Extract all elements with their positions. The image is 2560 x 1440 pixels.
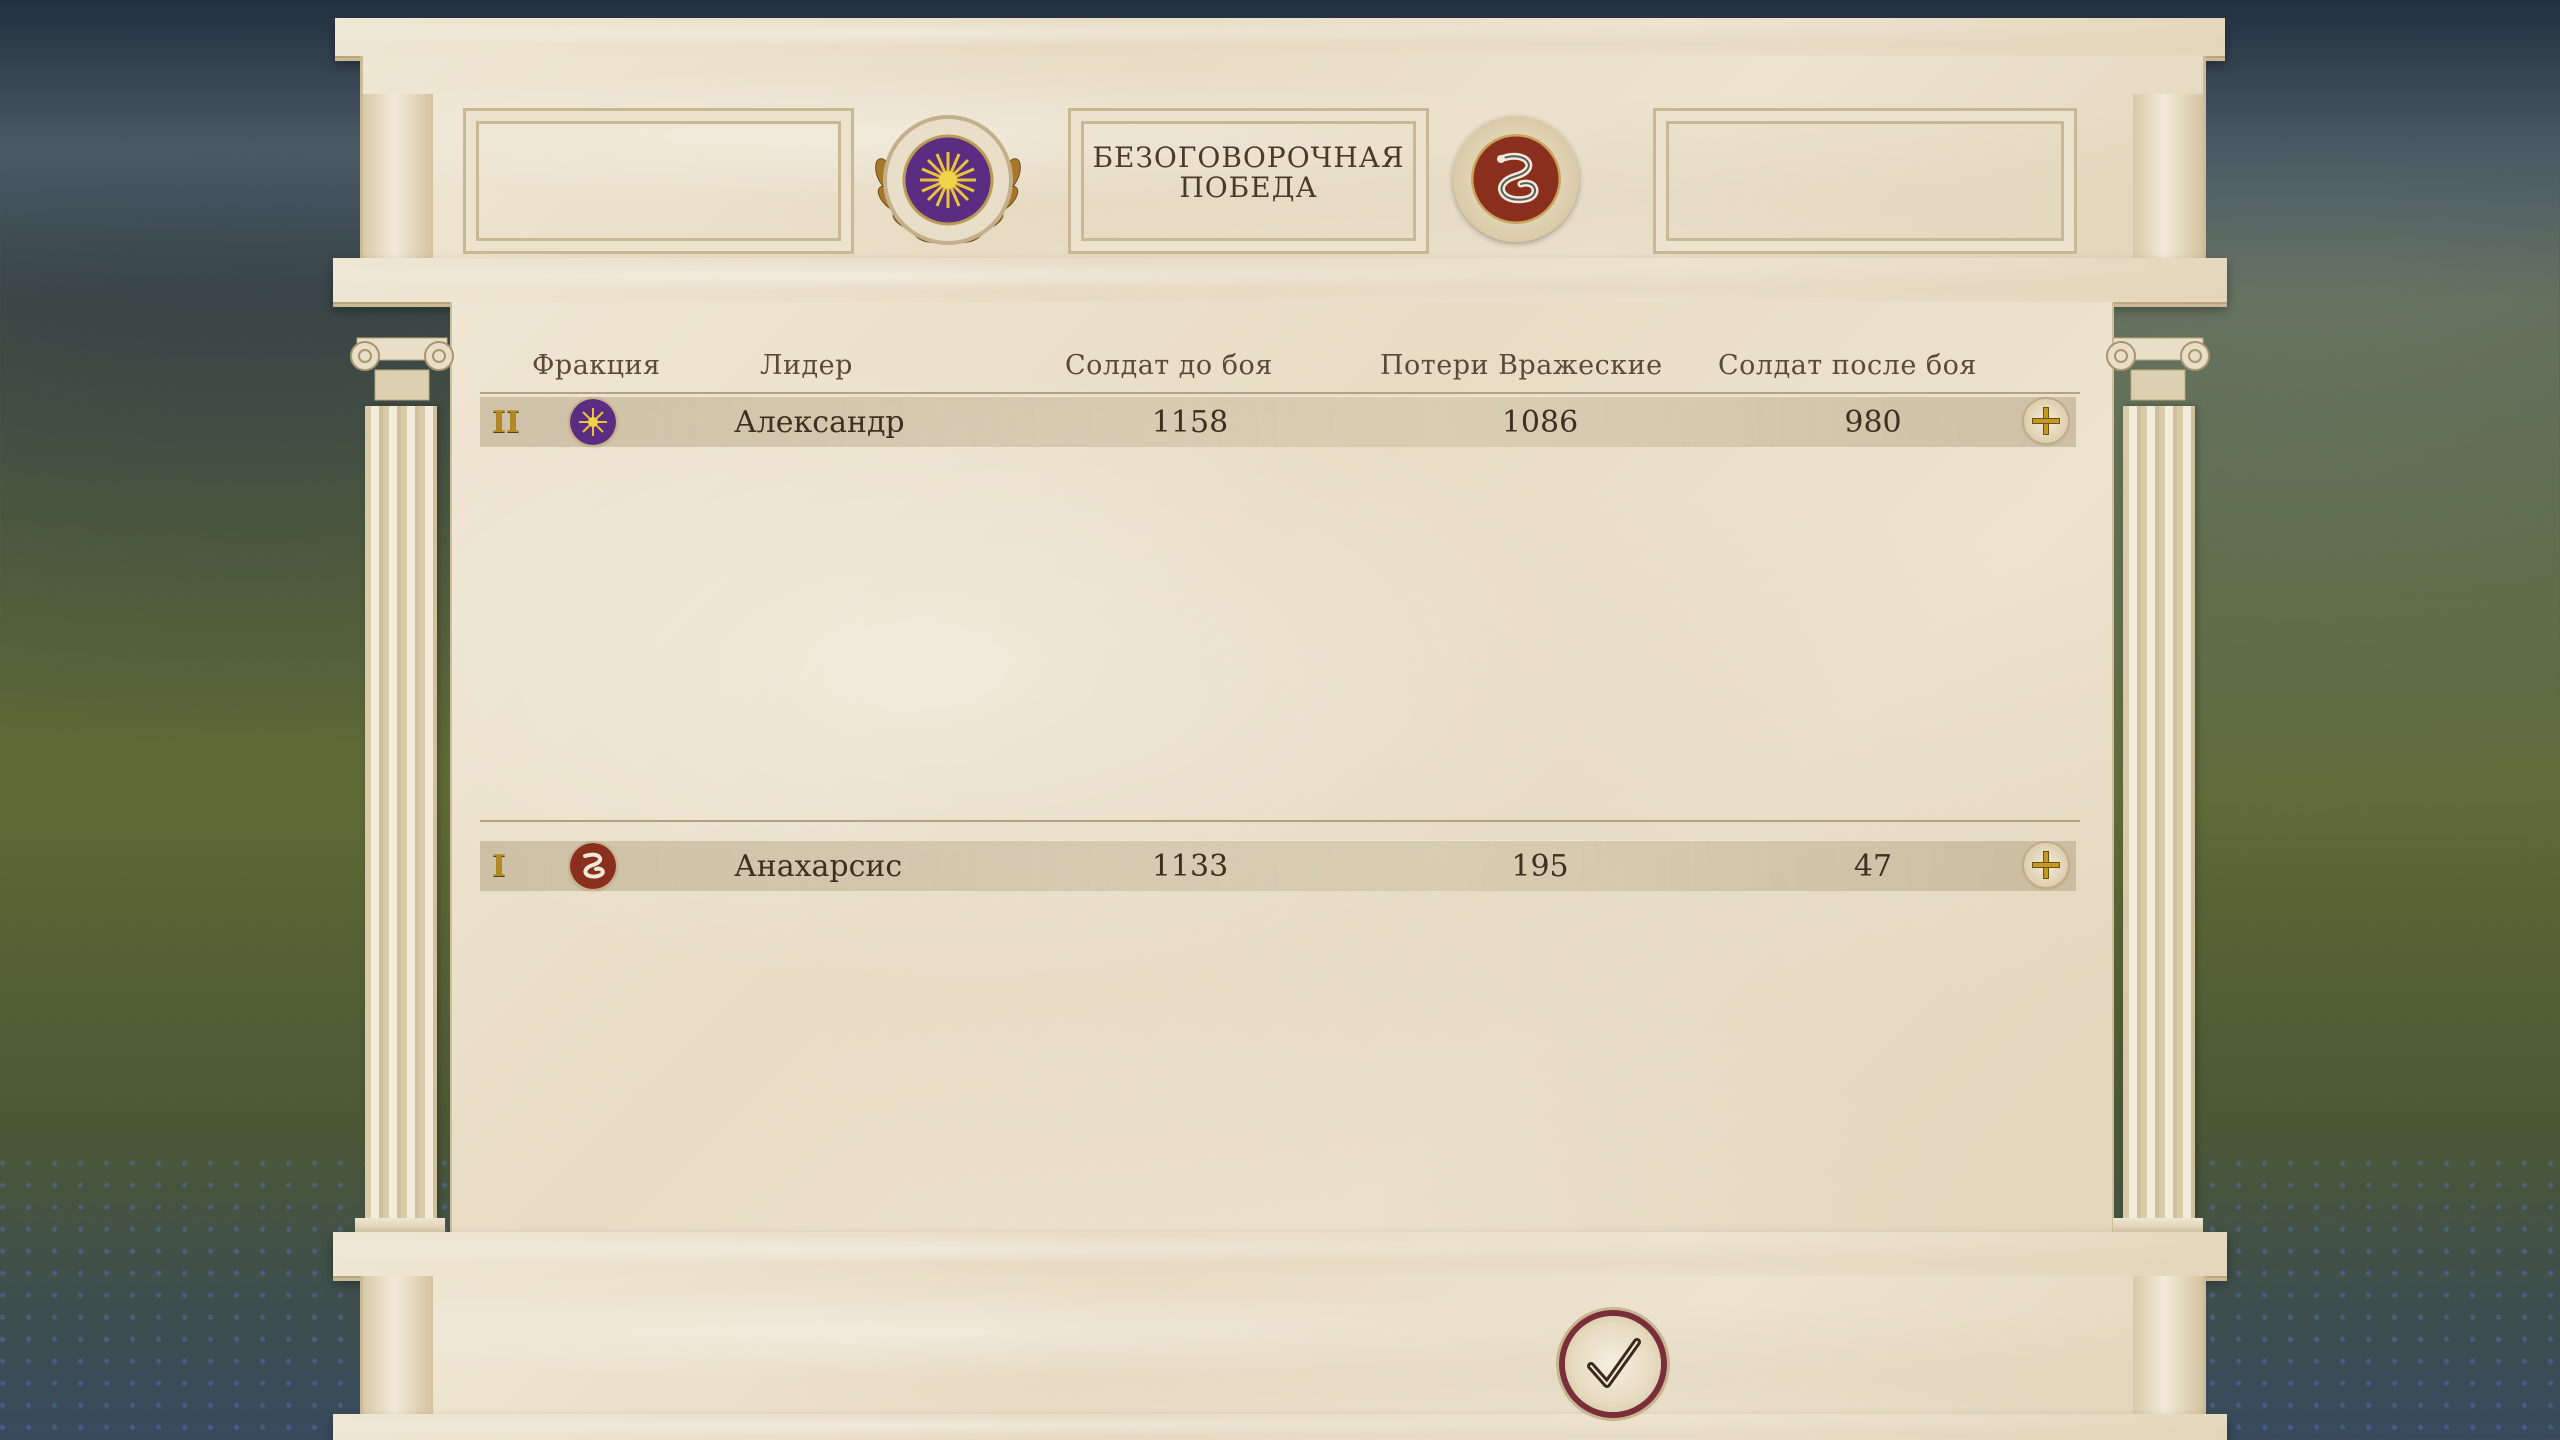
soldiers-before-value: 1133: [1151, 849, 1229, 884]
leader-name: Александр: [734, 405, 905, 440]
expand-details-button[interactable]: [2024, 843, 2068, 887]
footer-band: [360, 1276, 2206, 1416]
footer-pilaster-left: [363, 1276, 433, 1416]
checkmark-icon: [1587, 1338, 1641, 1388]
defeated-emblem: [1453, 116, 1579, 242]
enemy-losses-value: 195: [1511, 849, 1569, 884]
battle-results-panel: БЕЗОГОВОРОЧНАЯ ПОБЕДА Фракция Лидер Солд…: [333, 18, 2227, 1440]
base-cornice: [333, 1414, 2227, 1440]
col-header-soldiers-after: Солдат после боя: [1718, 350, 1977, 381]
leader-name: Анахарсис: [734, 849, 903, 884]
bottom-cornice: [333, 1232, 2227, 1278]
top-cornice: [335, 18, 2225, 58]
header-band: БЕЗОГОВОРОЧНАЯ ПОБЕДА: [360, 56, 2206, 296]
serpent-icon: [570, 843, 616, 889]
left-empty-panel: [463, 108, 854, 254]
middle-cornice: [333, 258, 2227, 304]
vergina-sun-icon: [570, 399, 616, 445]
soldiers-after-value: 47: [1853, 849, 1893, 884]
victor-emblem: [863, 114, 1033, 254]
result-title-line2: ПОБЕДА: [1179, 171, 1318, 204]
laurel-wreath-icon: [875, 115, 1021, 245]
rank-badge: I: [492, 849, 507, 884]
table-row: II Александр 1158 1086 980: [480, 396, 2076, 447]
serpent-icon: [1471, 134, 1561, 224]
result-title-line1: БЕЗОГОВОРОЧНАЯ: [1092, 141, 1405, 174]
table-header: Фракция Лидер Солдат до боя Потери Враже…: [335, 350, 2225, 390]
side-divider: [480, 820, 2080, 822]
table-row: I Анахарсис 1133 195 47: [480, 840, 2076, 891]
rank-badge: II: [492, 405, 521, 440]
column-left: [365, 406, 437, 1218]
header-divider: [480, 392, 2080, 394]
right-empty-panel: [1653, 108, 2077, 254]
expand-details-button[interactable]: [2024, 399, 2068, 443]
col-header-enemy-losses: Потери Вражеские: [1380, 350, 1663, 381]
footer-pilaster-right: [2133, 1276, 2203, 1416]
result-title-panel: БЕЗОГОВОРОЧНАЯ ПОБЕДА: [1068, 108, 1429, 254]
enemy-losses-value: 1086: [1501, 405, 1579, 440]
confirm-button[interactable]: [1565, 1316, 1661, 1412]
soldiers-after-value: 980: [1844, 405, 1902, 440]
column-right: [2123, 406, 2195, 1218]
col-header-leader: Лидер: [760, 350, 853, 381]
col-header-soldiers-before: Солдат до боя: [1065, 350, 1273, 381]
soldiers-before-value: 1158: [1151, 405, 1229, 440]
col-header-faction: Фракция: [532, 350, 661, 381]
